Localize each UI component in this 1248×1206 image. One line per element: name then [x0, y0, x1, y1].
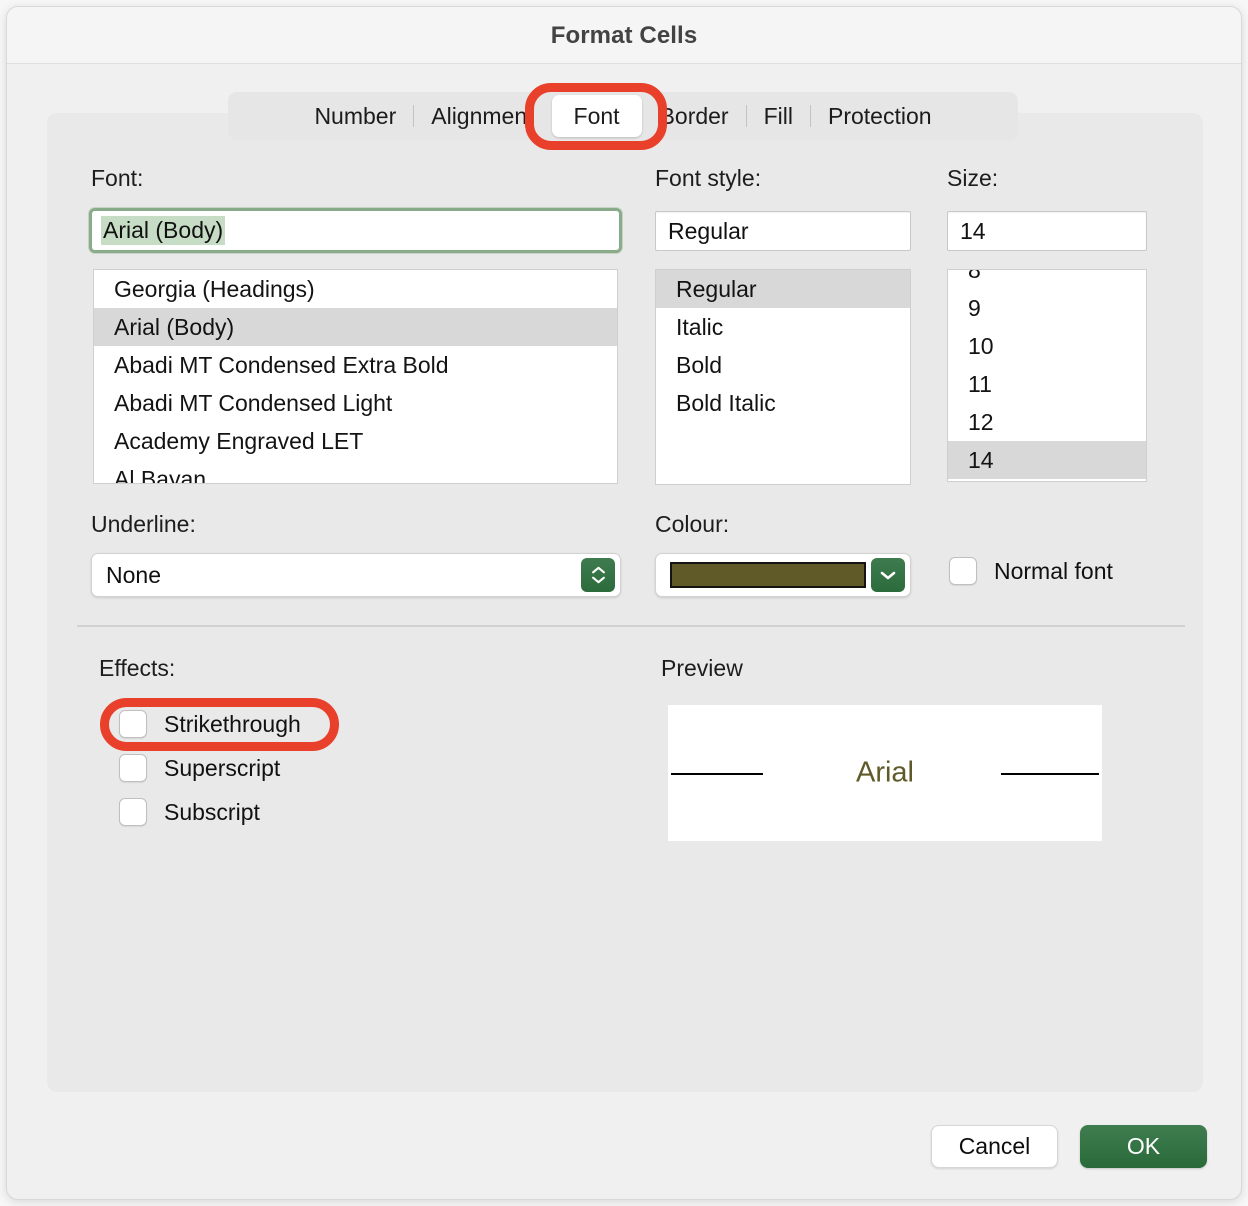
strikethrough-checkbox[interactable]	[119, 710, 147, 738]
superscript-checkbox-row[interactable]: Superscript	[119, 754, 280, 782]
colour-label: Colour:	[655, 511, 730, 537]
list-item[interactable]: Arial (Body)	[94, 308, 617, 346]
chevron-up-icon	[591, 566, 605, 574]
effects-label: Effects:	[99, 655, 176, 681]
colour-select[interactable]	[655, 553, 911, 597]
font-list[interactable]: Georgia (Headings) Arial (Body) Abadi MT…	[93, 269, 618, 484]
tab-bar: Number Alignment Font Border Fill Protec…	[228, 92, 1018, 140]
superscript-checkbox[interactable]	[119, 754, 147, 782]
tab-number[interactable]: Number	[297, 95, 413, 137]
list-item[interactable]: Georgia (Headings)	[94, 270, 617, 308]
colour-swatch[interactable]	[670, 562, 866, 588]
tab-font[interactable]: Font	[551, 95, 642, 137]
list-item[interactable]: 8	[948, 270, 1146, 289]
tab-alignment[interactable]: Alignment	[414, 95, 550, 137]
list-item[interactable]: 12	[948, 403, 1146, 441]
chevron-down-icon	[591, 576, 605, 584]
subscript-checkbox-row[interactable]: Subscript	[119, 798, 260, 826]
list-item[interactable]: Regular	[656, 270, 910, 308]
font-style-input[interactable]: Regular	[655, 211, 911, 251]
font-label: Font:	[91, 165, 144, 191]
font-name-input-value: Arial (Body)	[101, 216, 226, 245]
chevron-down-icon[interactable]	[871, 558, 905, 592]
subscript-checkbox[interactable]	[119, 798, 147, 826]
tab-border[interactable]: Border	[643, 95, 746, 137]
subscript-label: Subscript	[164, 798, 260, 825]
list-item[interactable]: 11	[948, 365, 1146, 403]
list-item[interactable]: 14	[948, 441, 1146, 479]
section-divider	[77, 625, 1185, 627]
list-item[interactable]: Italic	[656, 308, 910, 346]
underline-label: Underline:	[91, 511, 196, 537]
superscript-label: Superscript	[164, 754, 281, 781]
preview-box: Arial	[668, 705, 1102, 841]
list-item[interactable]: Abadi MT Condensed Light	[94, 384, 617, 422]
font-style-input-value: Regular	[668, 217, 749, 244]
preview-sample-text: Arial	[855, 756, 914, 789]
dialog-content-panel	[47, 113, 1203, 1092]
normal-font-checkbox-row[interactable]: Normal font	[949, 557, 1113, 585]
list-item[interactable]: Bold Italic	[656, 384, 910, 422]
font-style-label: Font style:	[655, 165, 762, 191]
tab-protection[interactable]: Protection	[811, 95, 949, 137]
stepper-icon[interactable]	[581, 558, 615, 592]
normal-font-checkbox[interactable]	[949, 557, 977, 585]
preview-label: Preview	[661, 655, 743, 681]
list-item[interactable]: Bold	[656, 346, 910, 384]
ok-button[interactable]: OK	[1080, 1125, 1207, 1168]
size-input[interactable]: 14	[947, 211, 1147, 251]
list-item[interactable]: Abadi MT Condensed Extra Bold	[94, 346, 617, 384]
underline-select[interactable]: None	[91, 553, 621, 597]
normal-font-label: Normal font	[994, 557, 1113, 584]
list-item[interactable]: Al Bayan	[94, 460, 617, 483]
strikethrough-label: Strikethrough	[164, 710, 301, 737]
size-input-value: 14	[960, 217, 986, 244]
list-item[interactable]: Academy Engraved LET	[94, 422, 617, 460]
size-label: Size:	[947, 165, 999, 191]
font-name-input-inner[interactable]: Arial (Body)	[92, 211, 619, 250]
list-item[interactable]: 10	[948, 327, 1146, 365]
tab-fill[interactable]: Fill	[747, 95, 810, 137]
strikethrough-checkbox-row[interactable]: Strikethrough	[119, 710, 301, 738]
cancel-button[interactable]: Cancel	[931, 1125, 1058, 1168]
list-item[interactable]: 9	[948, 289, 1146, 327]
size-list[interactable]: 8 9 10 11 12 14	[947, 269, 1147, 482]
dialog-title: Format Cells	[550, 22, 698, 49]
chevron-down-glyph	[880, 571, 896, 580]
font-name-input[interactable]: Arial (Body)	[89, 208, 622, 253]
dialog-titlebar: Format Cells	[7, 7, 1241, 64]
font-style-list[interactable]: Regular Italic Bold Bold Italic	[655, 269, 911, 485]
format-cells-dialog: Format Cells Number Alignment Font Borde…	[6, 6, 1242, 1200]
underline-select-value: None	[106, 561, 161, 588]
